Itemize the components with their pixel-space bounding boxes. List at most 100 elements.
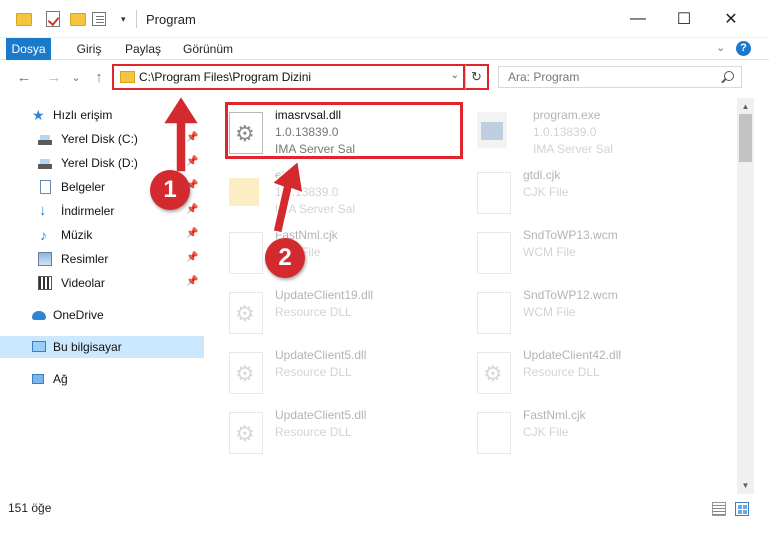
highlight-box: [225, 102, 463, 159]
sidebar-item-label: Yerel Disk (D:): [61, 156, 138, 170]
file-icon: [477, 292, 511, 334]
pin-icon[interactable]: 📌: [186, 228, 198, 239]
navigation-pane: ★ Hızlı erişim Yerel Disk (C:) 📌 Yerel D…: [0, 98, 204, 494]
file-icon: [477, 412, 511, 454]
recent-locations-button[interactable]: ⌄: [66, 68, 86, 88]
ribbon-tabs: Dosya Giriş Paylaş Görünüm ⌄ ?: [0, 38, 769, 60]
network-icon: [32, 374, 44, 384]
file-detail: IMA Server Sal: [533, 142, 614, 156]
file-detail: Resource DLL: [275, 365, 352, 379]
sidebar-item-this-pc[interactable]: Bu bilgisayar: [0, 336, 204, 358]
sidebar-item-network[interactable]: Ağ: [0, 368, 204, 390]
folder-icon: [120, 71, 135, 83]
file-tile[interactable]: UpdateClient5.dll Resource DLL: [205, 344, 435, 400]
address-bar[interactable]: C:\Program Files\Program Dizini ⌄: [112, 64, 465, 90]
sidebar-item-label: Müzik: [61, 228, 93, 242]
customize-view-icon[interactable]: [92, 10, 106, 28]
minimize-button[interactable]: —: [615, 0, 661, 38]
help-icon[interactable]: ?: [736, 41, 751, 56]
file-name: SndToWP12.wcm: [523, 288, 618, 302]
file-tile[interactable]: SndToWP12.wcm WCM File: [453, 284, 683, 340]
sidebar-item-label: Bu bilgisayar: [53, 340, 122, 354]
pictures-icon: [38, 252, 52, 266]
scroll-thumb[interactable]: [739, 114, 752, 162]
file-tile[interactable]: SndToWP13.wcm WCM File: [453, 224, 683, 280]
chevron-down-icon: ▾: [121, 13, 126, 24]
folder-icon[interactable]: [16, 10, 32, 28]
sidebar-item-local-disk-c[interactable]: Yerel Disk (C:) 📌: [0, 128, 204, 150]
search-icon[interactable]: [724, 71, 734, 81]
dll-gear-icon: [229, 352, 263, 394]
file-detail: 1.0.13839.0: [275, 185, 339, 199]
scroll-up-icon[interactable]: ▲: [737, 98, 754, 115]
sidebar-item-music[interactable]: ♪ Müzik 📌: [0, 224, 204, 246]
address-path[interactable]: C:\Program Files\Program Dizini: [139, 70, 311, 84]
pin-icon[interactable]: 📌: [186, 276, 198, 287]
onedrive-icon: [32, 311, 46, 320]
new-folder-icon[interactable]: [70, 10, 86, 28]
file-tile[interactable]: UpdateClient5.dll Resource DLL: [205, 404, 435, 460]
videos-icon: [38, 276, 52, 290]
ribbon-expand-icon[interactable]: ⌄: [716, 41, 725, 54]
up-button[interactable]: ↑: [89, 68, 109, 88]
file-tile[interactable]: UpdateClient19.dll Resource DLL: [205, 284, 435, 340]
file-detail: WCM File: [523, 245, 576, 259]
quick-access-dropdown[interactable]: ▾: [121, 10, 126, 28]
search-placeholder: Ara: Program: [508, 70, 580, 84]
file-tile[interactable]: FastNml.cjk CJK File: [205, 224, 435, 280]
sidebar-item-label: Yerel Disk (C:): [61, 132, 138, 146]
tab-home[interactable]: Giriş: [69, 38, 109, 60]
documents-icon: [40, 180, 51, 194]
file-name: etc: [275, 168, 292, 182]
vertical-scrollbar[interactable]: ▲ ▼: [737, 98, 754, 494]
file-detail: CJK File: [523, 425, 569, 439]
star-icon: ★: [32, 107, 45, 123]
search-input[interactable]: Ara: Program: [498, 66, 742, 88]
pin-icon[interactable]: 📌: [186, 156, 198, 167]
file-detail: IMA Server Sal: [275, 202, 356, 216]
title-separator: [136, 10, 137, 28]
properties-check-icon[interactable]: [46, 10, 60, 28]
item-count: 151 öğe: [8, 501, 52, 515]
details-view-icon[interactable]: [712, 502, 726, 516]
file-tile[interactable]: UpdateClient42.dll Resource DLL: [453, 344, 683, 400]
file-name: UpdateClient5.dll: [275, 348, 367, 362]
file-tile[interactable]: FastNml.cjk CJK File: [453, 404, 683, 460]
sidebar-item-pictures[interactable]: Resimler 📌: [0, 248, 204, 270]
file-tile[interactable]: etc 1.0.13839.0 IMA Server Sal: [205, 164, 435, 220]
pin-icon[interactable]: 📌: [186, 252, 198, 263]
file-name: UpdateClient42.dll: [523, 348, 622, 362]
dll-gear-icon: [229, 292, 263, 334]
refresh-button[interactable]: ↻: [465, 64, 489, 90]
file-icon: [477, 232, 511, 274]
address-dropdown-icon[interactable]: ⌄: [451, 70, 459, 81]
pin-icon[interactable]: 📌: [186, 132, 198, 143]
file-tile[interactable]: gtdl.cjk CJK File: [453, 164, 683, 220]
file-name: FastNml.cjk: [523, 408, 586, 422]
file-name: UpdateClient19.dll: [275, 288, 374, 302]
close-button[interactable]: ✕: [708, 0, 754, 38]
tab-view[interactable]: Görünüm: [180, 38, 236, 60]
this-pc-icon: [32, 341, 46, 352]
forward-button[interactable]: →: [44, 68, 64, 88]
tab-file[interactable]: Dosya: [6, 38, 51, 60]
dll-gear-icon: [229, 412, 263, 454]
file-detail: WCM File: [523, 305, 576, 319]
back-button[interactable]: ←: [14, 68, 34, 88]
drive-icon: [38, 132, 52, 146]
pin-icon[interactable]: 📌: [186, 204, 198, 215]
tab-share[interactable]: Paylaş: [120, 38, 166, 60]
large-icons-view-icon[interactable]: [735, 502, 749, 516]
scroll-down-icon[interactable]: ▼: [737, 477, 754, 494]
sidebar-item-label: Videolar: [61, 276, 105, 290]
step-1-badge: 1: [150, 170, 190, 210]
file-name: SndToWP13.wcm: [523, 228, 618, 242]
sidebar-item-label: İndirmeler: [61, 204, 115, 218]
sidebar-item-videos[interactable]: Videolar 📌: [0, 272, 204, 294]
file-tile[interactable]: program.exe 1.0.13839.0 IMA Server Sal: [453, 104, 683, 160]
maximize-button[interactable]: ☐: [661, 0, 707, 38]
download-icon: ↓: [39, 202, 47, 219]
sidebar-item-quick-access[interactable]: ★ Hızlı erişim: [0, 104, 204, 126]
sidebar-item-onedrive[interactable]: OneDrive: [0, 304, 204, 326]
drive-icon: [38, 156, 52, 170]
